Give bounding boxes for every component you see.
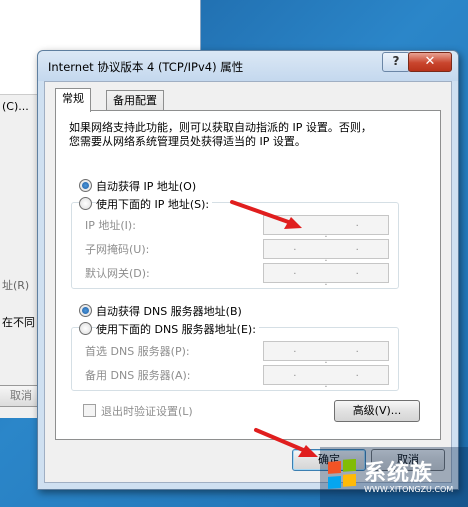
watermark: 系统族 WWW.XITONGZU.COM bbox=[320, 447, 468, 507]
annotation-arrow-ip bbox=[230, 200, 302, 229]
watermark-url: WWW.XITONGZU.COM bbox=[364, 485, 454, 494]
subnet-mask-input[interactable]: . . . bbox=[263, 239, 389, 264]
preferred-dns-input[interactable]: . . . bbox=[263, 341, 389, 366]
auto-ip-radio[interactable] bbox=[79, 179, 92, 192]
dialog-client-area: 常规 备用配置 如果网络支持此功能，则可以获取自动指派的 IP 设置。否则， 您… bbox=[44, 81, 452, 483]
manual-ip-label[interactable]: 使用下面的 IP 地址(S): bbox=[96, 196, 213, 212]
dialog-title: Internet 协议版本 4 (TCP/IPv4) 属性 bbox=[48, 60, 244, 74]
validate-on-exit-checkbox[interactable] bbox=[83, 404, 96, 417]
validate-on-exit-label[interactable]: 退出时验证设置(L) bbox=[101, 403, 193, 419]
auto-dns-radio[interactable] bbox=[79, 304, 92, 317]
manual-dns-label[interactable]: 使用下面的 DNS 服务器地址(E): bbox=[96, 321, 259, 337]
advanced-button[interactable]: 高级(V)... bbox=[334, 400, 420, 422]
tab-general[interactable]: 常规 bbox=[55, 88, 91, 112]
tab-alternate-configuration[interactable]: 备用配置 bbox=[106, 90, 164, 111]
annotation-arrow-ok bbox=[254, 428, 318, 457]
general-tab-panel: 如果网络支持此功能，则可以获取自动指派的 IP 设置。否则， 您需要从网络系统管… bbox=[55, 110, 441, 440]
manual-ip-radio[interactable] bbox=[79, 197, 92, 210]
windows-logo-icon bbox=[328, 459, 356, 489]
preferred-dns-label: 首选 DNS 服务器(P): bbox=[85, 345, 190, 358]
alternate-dns-input[interactable]: . . . bbox=[263, 365, 389, 390]
default-gateway-label: 默认网关(D): bbox=[85, 267, 150, 280]
description-line-2: 您需要从网络系统管理员处获得适当的 IP 设置。 bbox=[69, 135, 306, 148]
auto-dns-label[interactable]: 自动获得 DNS 服务器地址(B) bbox=[96, 303, 242, 319]
background-label-1: (C)... bbox=[2, 100, 29, 113]
auto-ip-label[interactable]: 自动获得 IP 地址(O) bbox=[96, 178, 196, 194]
tcpip-properties-dialog: Internet 协议版本 4 (TCP/IPv4) 属性 ? ✕ 常规 备用配… bbox=[37, 50, 459, 490]
watermark-name: 系统族 bbox=[364, 461, 434, 486]
help-button[interactable]: ? bbox=[382, 52, 410, 72]
manual-dns-radio[interactable] bbox=[79, 322, 92, 335]
ip-address-label: IP 地址(I): bbox=[85, 219, 136, 232]
default-gateway-input[interactable]: . . . bbox=[263, 263, 389, 288]
title-bar[interactable]: Internet 协议版本 4 (TCP/IPv4) 属性 ? ✕ bbox=[38, 51, 458, 81]
alternate-dns-label: 备用 DNS 服务器(A): bbox=[85, 369, 191, 382]
background-label-3: 在不同 bbox=[2, 316, 35, 329]
close-button[interactable]: ✕ bbox=[408, 52, 452, 72]
background-label-2: 址(R) bbox=[2, 279, 30, 292]
subnet-mask-label: 子网掩码(U): bbox=[85, 243, 150, 256]
